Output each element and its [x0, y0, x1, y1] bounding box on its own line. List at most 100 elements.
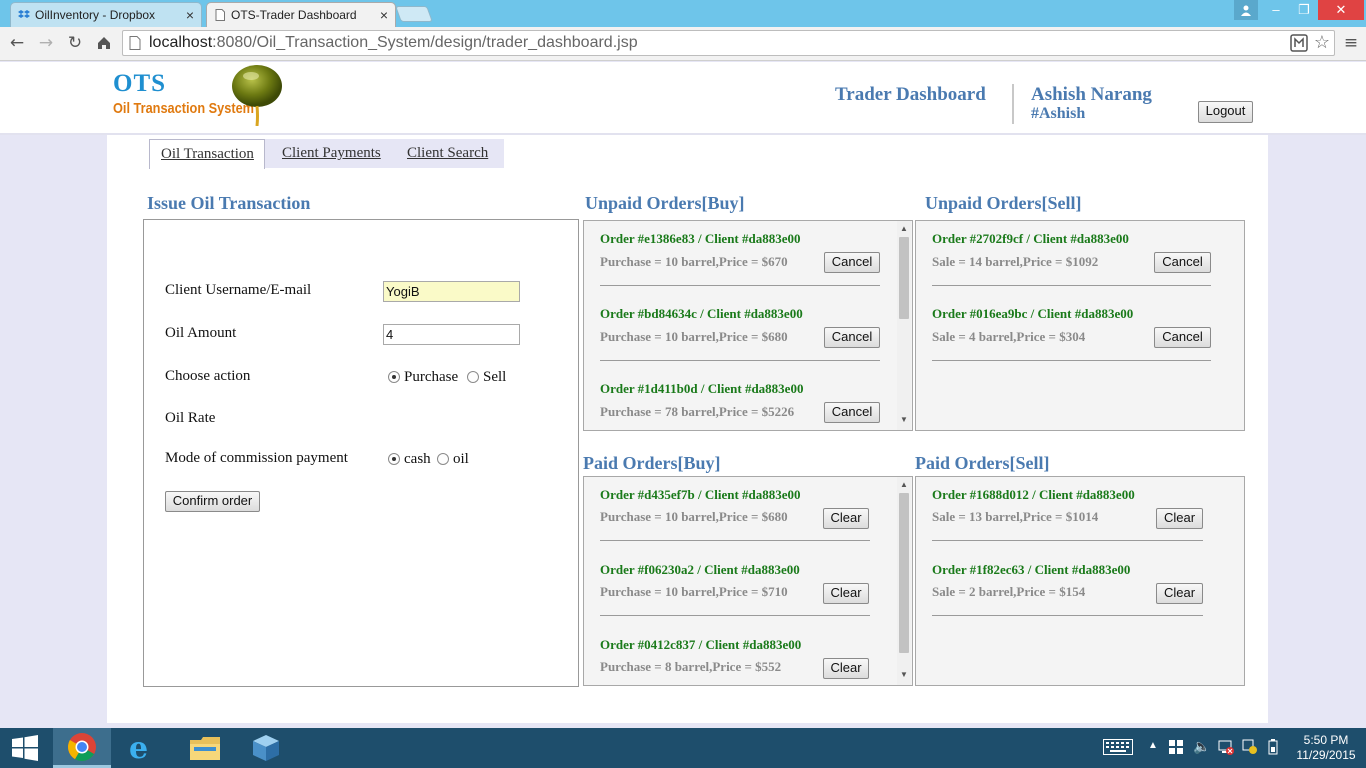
oil-radio-label: oil	[453, 451, 469, 467]
unpaid-buy-title: Unpaid Orders[Buy]	[585, 193, 745, 213]
order-detail: Purchase = 8 barrel,Price = $552	[600, 659, 782, 674]
security-icon[interactable]	[1242, 739, 1258, 768]
tab-label: OilInventory - Dropbox	[35, 8, 156, 22]
site-header: OTS Oil Transaction System Trader Dashbo…	[0, 62, 1366, 135]
user-name: Ashish Narang	[1031, 84, 1152, 105]
internet-explorer-icon[interactable]: e	[115, 728, 173, 768]
confirm-order-button[interactable]: Confirm order	[165, 491, 260, 512]
order-heading: Order #d435ef7b / Client #da883e00	[600, 487, 801, 502]
scroll-down-icon[interactable]: ▼	[899, 670, 909, 679]
order-detail: Purchase = 10 barrel,Price = $680	[600, 329, 788, 344]
oil-radio[interactable]	[437, 453, 449, 465]
cash-radio[interactable]	[388, 453, 400, 465]
user-profile-icon[interactable]	[1234, 0, 1258, 20]
order-divider	[932, 615, 1203, 616]
keyboard-icon[interactable]	[1103, 739, 1133, 768]
cancel-order-button[interactable]: Cancel	[824, 402, 880, 423]
cash-radio-label: cash	[404, 451, 431, 467]
scroll-up-icon[interactable]: ▲	[899, 480, 909, 489]
sell-radio-label: Sell	[483, 369, 507, 385]
order-detail: Sale = 14 barrel,Price = $1092	[932, 254, 1099, 269]
chrome-icon[interactable]	[53, 728, 111, 768]
order-divider	[600, 360, 880, 361]
page-info-icon[interactable]	[129, 36, 141, 50]
order-heading: Order #1688d012 / Client #da883e00	[932, 487, 1135, 502]
tab-trader-dashboard[interactable]: OTS-Trader Dashboard ×	[206, 2, 396, 28]
scrollbar-thumb[interactable]	[899, 237, 909, 319]
new-tab-button[interactable]	[395, 6, 433, 22]
clear-order-button[interactable]: Clear	[823, 583, 869, 604]
logo-title: OTS	[113, 70, 167, 97]
tab-close-icon[interactable]: ×	[380, 7, 388, 23]
tab-client-payments[interactable]: Client Payments	[282, 145, 381, 162]
volume-icon[interactable]: 🔈	[1193, 738, 1210, 768]
address-bar[interactable]: localhost:8080/Oil_Transaction_System/de…	[122, 30, 1335, 56]
back-icon[interactable]: ←	[6, 32, 28, 54]
tab-dropbox[interactable]: OilInventory - Dropbox ×	[10, 2, 202, 27]
clock-date: 11/29/2015	[1296, 748, 1356, 762]
tab-oil-transaction[interactable]: Oil Transaction	[149, 139, 265, 169]
order-divider	[932, 285, 1211, 286]
maximize-icon[interactable]: ❐	[1290, 0, 1318, 20]
show-hidden-icons-icon[interactable]: ▲	[1148, 740, 1158, 768]
user-handle: #Ashish	[1031, 105, 1086, 122]
virtualbox-icon[interactable]	[237, 728, 295, 768]
order-divider	[932, 540, 1203, 541]
oil-amount-input[interactable]	[383, 324, 520, 345]
unpaid-buy-list: ▲ ▼ Order #e1386e83 / Client #da883e00 P…	[583, 220, 913, 431]
clear-order-button[interactable]: Clear	[1156, 508, 1203, 529]
order-detail: Purchase = 10 barrel,Price = $670	[600, 254, 788, 269]
dashboard-title: Trader Dashboard	[835, 84, 986, 105]
sell-radio[interactable]	[467, 371, 479, 383]
tab-client-search[interactable]: Client Search	[407, 145, 488, 162]
client-input[interactable]	[383, 281, 520, 302]
clear-order-button[interactable]: Clear	[1156, 583, 1203, 604]
paid-sell-title: Paid Orders[Sell]	[915, 453, 1050, 473]
order-divider	[600, 615, 870, 616]
tab-close-icon[interactable]: ×	[186, 7, 194, 23]
url-path: :8080/Oil_Transaction_System/design/trad…	[212, 34, 638, 51]
bookmark-star-icon[interactable]: ☆	[1314, 32, 1330, 53]
home-icon[interactable]	[93, 32, 115, 54]
scrollbar-thumb[interactable]	[899, 493, 909, 653]
logout-button[interactable]: Logout	[1198, 101, 1253, 123]
file-explorer-icon[interactable]	[176, 728, 234, 768]
cancel-order-button[interactable]: Cancel	[824, 252, 880, 273]
battery-icon[interactable]	[1268, 739, 1278, 768]
order-heading: Order #f06230a2 / Client #da883e00	[600, 562, 800, 577]
menu-icon[interactable]: ≡	[1340, 32, 1362, 54]
windows-start-icon[interactable]	[0, 728, 50, 768]
taskbar-clock[interactable]: 5:50 PM 11/29/2015	[1294, 733, 1358, 763]
forward-icon[interactable]: →	[35, 32, 57, 54]
purchase-radio[interactable]	[388, 371, 400, 383]
scroll-down-icon[interactable]: ▼	[899, 415, 909, 424]
order-heading: Order #1d411b0d / Client #da883e00	[600, 381, 804, 396]
close-window-icon[interactable]: ✕	[1318, 0, 1364, 20]
reload-icon[interactable]: ↻	[64, 32, 86, 54]
cancel-order-button[interactable]: Cancel	[824, 327, 880, 348]
clear-order-button[interactable]: Clear	[823, 508, 869, 529]
minimize-icon[interactable]: –	[1262, 0, 1290, 20]
extension-icon[interactable]	[1290, 34, 1308, 52]
order-divider	[600, 285, 880, 286]
unpaid-buy-scrollbar[interactable]: ▲ ▼	[897, 221, 911, 430]
oil-amount-label: Oil Amount	[165, 325, 237, 341]
action-center-icon[interactable]	[1169, 740, 1183, 768]
scroll-up-icon[interactable]: ▲	[899, 224, 909, 233]
order-detail: Purchase = 10 barrel,Price = $680	[600, 509, 788, 524]
issue-transaction-title: Issue Oil Transaction	[147, 193, 311, 213]
paid-buy-title: Paid Orders[Buy]	[583, 453, 721, 473]
cancel-order-button[interactable]: Cancel	[1154, 252, 1211, 273]
tab-label: OTS-Trader Dashboard	[231, 8, 357, 22]
paid-sell-list: Order #1688d012 / Client #da883e00 Sale …	[915, 476, 1245, 686]
network-icon[interactable]	[1218, 739, 1234, 768]
clear-order-button[interactable]: Clear	[823, 658, 869, 679]
cancel-order-button[interactable]: Cancel	[1154, 327, 1211, 348]
clock-time: 5:50 PM	[1303, 733, 1349, 747]
browser-titlebar: OilInventory - Dropbox × OTS-Trader Dash…	[0, 0, 1366, 28]
nav-tabs: Oil Transaction Client Payments Client S…	[149, 139, 504, 169]
paid-buy-scrollbar[interactable]: ▲ ▼	[897, 477, 911, 685]
purchase-radio-label: Purchase	[404, 369, 459, 385]
order-divider	[600, 540, 870, 541]
dropbox-icon	[18, 10, 30, 18]
